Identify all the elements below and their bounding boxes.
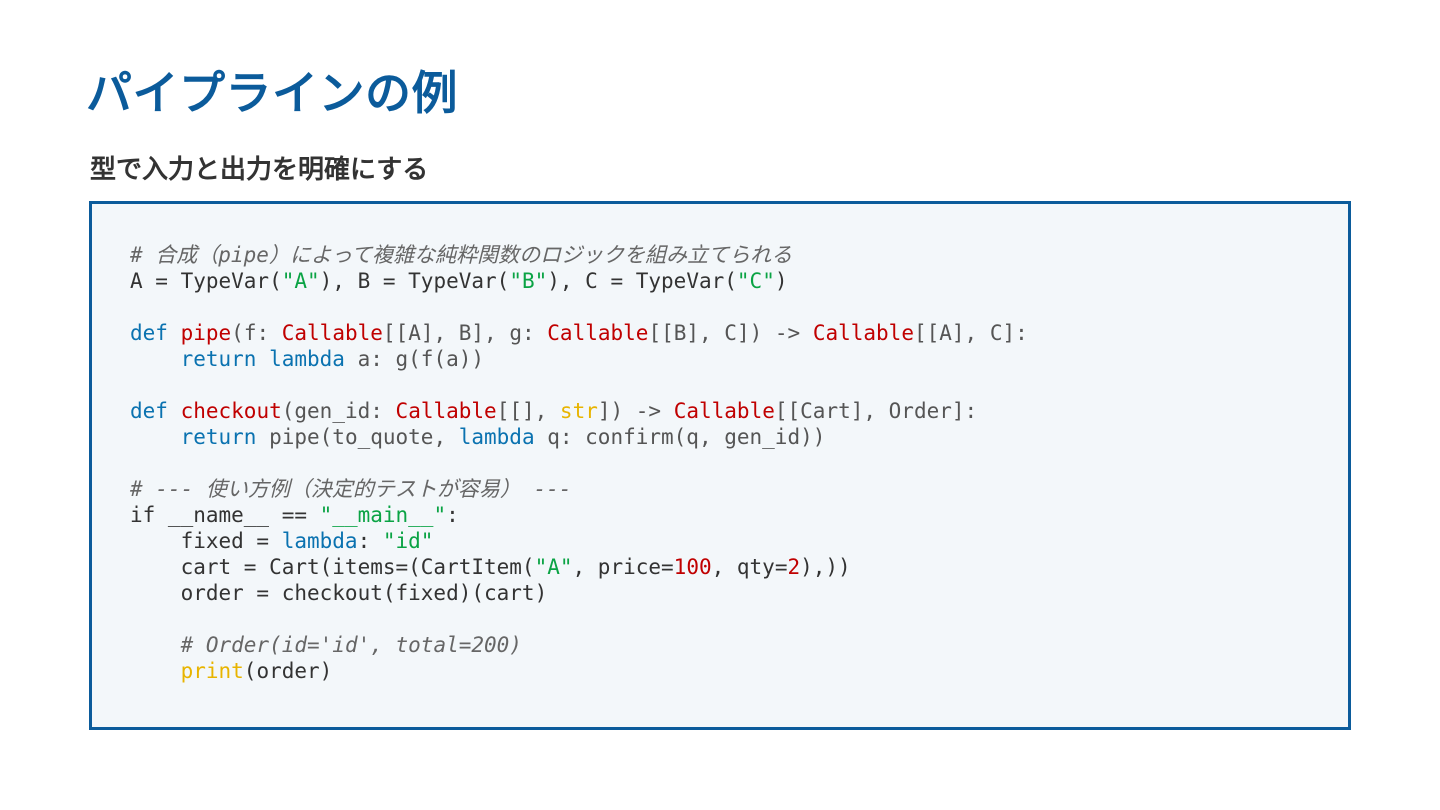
code-token-dim: [[B], C]) -> <box>648 321 813 345</box>
code-token-plain: cart = Cart(items=(CartItem( <box>130 555 535 579</box>
code-token-kw: lambda <box>281 529 358 553</box>
code-token-dim: q: confirm(q, gen_id)) <box>534 425 826 449</box>
code-line: # Order(id='id', total=200) <box>130 632 1028 658</box>
code-block: # 合成（pipe）によって複雑な純粋関数のロジックを組み立てられる A = Ty… <box>89 201 1351 730</box>
code-token-dim: pipe(to_quote, <box>256 425 459 449</box>
code-token-dim: [[Cart], Order]: <box>774 399 978 423</box>
code-token-num: 100 <box>673 555 712 579</box>
code-token-str: "A" <box>281 269 320 293</box>
code-line: cart = Cart(items=(CartItem("A", price=1… <box>130 554 1028 580</box>
code-token-kw: return <box>180 347 257 371</box>
code-token-dim: (gen_id: <box>281 399 396 423</box>
code-token-type: Callable <box>395 399 497 423</box>
code-token-num: 2 <box>787 555 801 579</box>
code-token-plain: , price= <box>572 555 674 579</box>
code-token-plain: if __name__ == <box>130 503 320 527</box>
code-line: if __name__ == "__main__": <box>130 502 1028 528</box>
code-token-dim: a: g(f(a)) <box>344 347 485 371</box>
code-token-plain: order = checkout(fixed)(cart) <box>130 581 548 605</box>
code-token-plain: ),)) <box>800 555 851 579</box>
slide-subtitle: 型で入力と出力を明確にする <box>90 155 429 185</box>
code-token-comment: # Order(id='id', total=200) <box>180 633 522 657</box>
code-line: fixed = lambda: "id" <box>130 528 1028 554</box>
code-token-plain: fixed = <box>130 529 282 553</box>
code-line: def checkout(gen_id: Callable[[], str]) … <box>130 398 1028 424</box>
code-token-plain: ), C = TypeVar( <box>547 269 737 293</box>
code-token-dim: [[A], B], g: <box>382 321 548 345</box>
code-line: order = checkout(fixed)(cart) <box>130 580 1028 606</box>
code-token-plain: ), B = TypeVar( <box>319 269 510 293</box>
code-token-comment: # --- 使い方例（決定的テストが容易） --- <box>130 477 572 501</box>
code-token-plain: (order) <box>243 659 333 683</box>
slide-title: パイプラインの例 <box>86 66 458 120</box>
code-line: return lambda a: g(f(a)) <box>130 346 1028 372</box>
code-token-dim: [[], <box>496 399 560 423</box>
code-line: print(order) <box>130 658 1028 684</box>
code-listing: # 合成（pipe）によって複雑な純粋関数のロジックを組み立てられる A = Ty… <box>130 242 1028 684</box>
code-token-type: Callable <box>281 321 383 345</box>
code-token-kw: def <box>130 399 168 423</box>
code-line: # --- 使い方例（決定的テストが容易） --- <box>130 476 1028 502</box>
code-token-kw: lambda <box>458 425 535 449</box>
code-token-plain: , qty= <box>711 555 788 579</box>
code-token-kw: lambda <box>269 347 345 371</box>
code-token-plain: : <box>357 529 383 553</box>
code-line: def pipe(f: Callable[[A], B], g: Callabl… <box>130 320 1028 346</box>
code-token-dim: [[A], C]: <box>913 321 1028 345</box>
code-token-str: "C" <box>736 269 775 293</box>
code-token-plain: A = TypeVar( <box>130 269 282 293</box>
code-token-kw: def <box>130 321 168 345</box>
code-line: A = TypeVar("A"), B = TypeVar("B"), C = … <box>130 268 1028 294</box>
code-token-str: "id" <box>382 529 434 553</box>
code-token-fn: pipe <box>180 321 232 345</box>
code-token-plain: ) <box>774 269 788 293</box>
code-token-builtin: str <box>559 399 598 423</box>
code-token-fn: checkout <box>180 399 282 423</box>
code-token-dim: ]) -> <box>597 399 674 423</box>
code-token-type: Callable <box>673 399 775 423</box>
code-token-str: "A" <box>534 555 573 579</box>
code-token-type: Callable <box>547 321 649 345</box>
code-token-dim: (f: <box>231 321 282 345</box>
code-token-comment: # 合成（pipe）によって複雑な純粋関数のロジックを組み立てられる <box>130 243 793 267</box>
code-line: # 合成（pipe）によって複雑な純粋関数のロジックを組み立てられる <box>130 242 1028 268</box>
code-token-plain: : <box>446 503 459 527</box>
code-token-str: "B" <box>509 269 548 293</box>
code-token-kw: return <box>180 425 257 449</box>
code-token-str: "__main__" <box>319 503 447 527</box>
code-token-builtin: print <box>180 659 244 683</box>
code-token-type: Callable <box>812 321 914 345</box>
code-line: return pipe(to_quote, lambda q: confirm(… <box>130 424 1028 450</box>
